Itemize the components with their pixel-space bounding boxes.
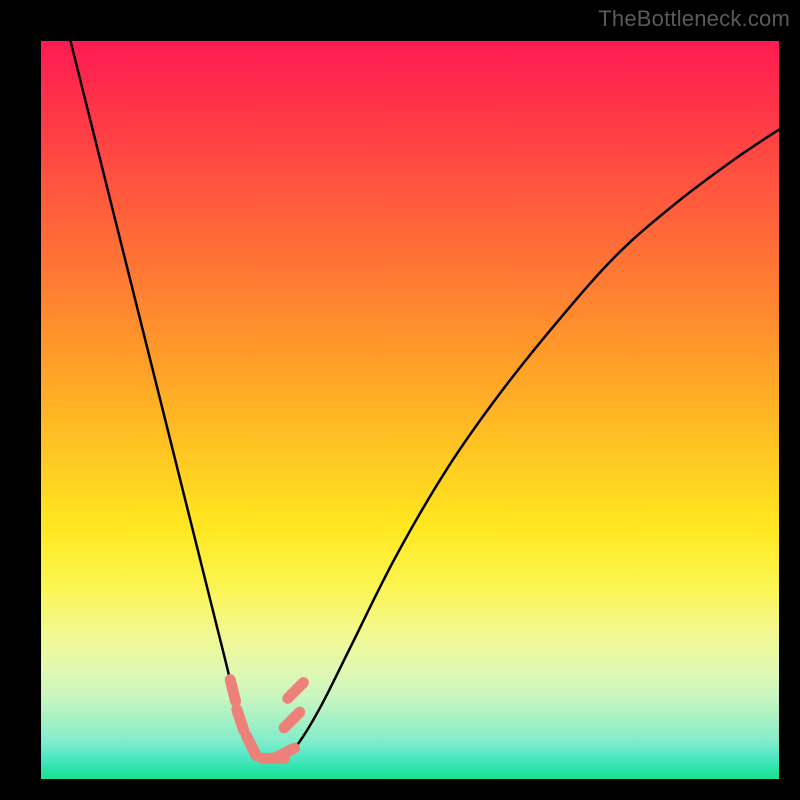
watermark-text: TheBottleneck.com: [598, 6, 790, 32]
chart-frame: TheBottleneck.com: [0, 0, 800, 800]
chart-svg: [41, 41, 779, 779]
curve-marker: [284, 712, 300, 728]
curve-marker: [275, 748, 295, 758]
curve-marker: [288, 683, 304, 699]
plot-area: [41, 41, 779, 779]
curve-markers: [230, 680, 303, 759]
curve-marker: [230, 680, 235, 701]
curve-marker: [237, 710, 244, 731]
bottleneck-curve: [71, 41, 779, 761]
curve-marker: [246, 736, 256, 756]
bottleneck-curve-path: [71, 41, 779, 761]
